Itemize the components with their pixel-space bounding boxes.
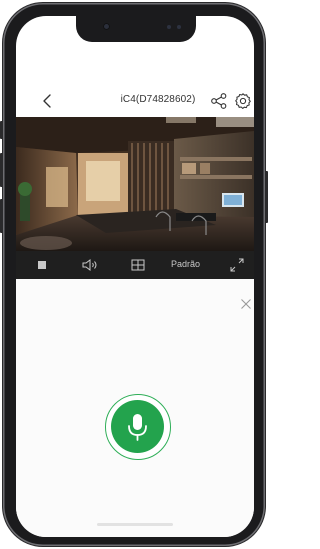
office-camera-image — [16, 117, 254, 251]
screen: iC4(D74828602) Padrão — [16, 16, 254, 537]
volume-up-button — [0, 153, 3, 187]
app-header: iC4(D74828602) — [16, 86, 254, 116]
stop-icon — [38, 261, 46, 269]
speaker-icon — [82, 259, 97, 271]
power-button — [265, 171, 268, 223]
stop-button[interactable] — [34, 255, 50, 275]
home-indicator — [97, 523, 173, 526]
chevron-left-icon — [43, 94, 51, 108]
grid-icon — [131, 259, 145, 271]
ambient-sensor — [177, 25, 181, 29]
gear-icon — [235, 93, 251, 109]
notch — [76, 16, 196, 42]
audio-button[interactable] — [80, 255, 100, 275]
talk-panel — [16, 279, 254, 537]
mic-button-core — [111, 400, 164, 453]
mute-switch — [0, 121, 3, 139]
video-toolbar: Padrão — [16, 251, 254, 279]
share-icon — [211, 93, 227, 109]
volume-down-button — [0, 199, 3, 233]
back-button[interactable] — [40, 92, 56, 110]
push-to-talk-button[interactable] — [105, 394, 171, 460]
front-camera — [103, 23, 110, 30]
fullscreen-button[interactable] — [228, 255, 246, 275]
close-button[interactable] — [240, 297, 252, 309]
quality-selector[interactable]: Padrão — [171, 259, 200, 269]
live-video-feed[interactable] — [16, 117, 254, 251]
fullscreen-icon — [230, 258, 244, 272]
microphone-icon — [128, 414, 147, 441]
settings-button[interactable] — [234, 92, 252, 110]
layout-button[interactable] — [129, 255, 147, 275]
page-title: iC4(D74828602) — [120, 94, 196, 105]
proximity-sensor — [167, 25, 171, 29]
share-button[interactable] — [210, 92, 228, 110]
close-icon — [241, 299, 251, 309]
phone-frame: iC4(D74828602) Padrão — [0, 3, 268, 546]
